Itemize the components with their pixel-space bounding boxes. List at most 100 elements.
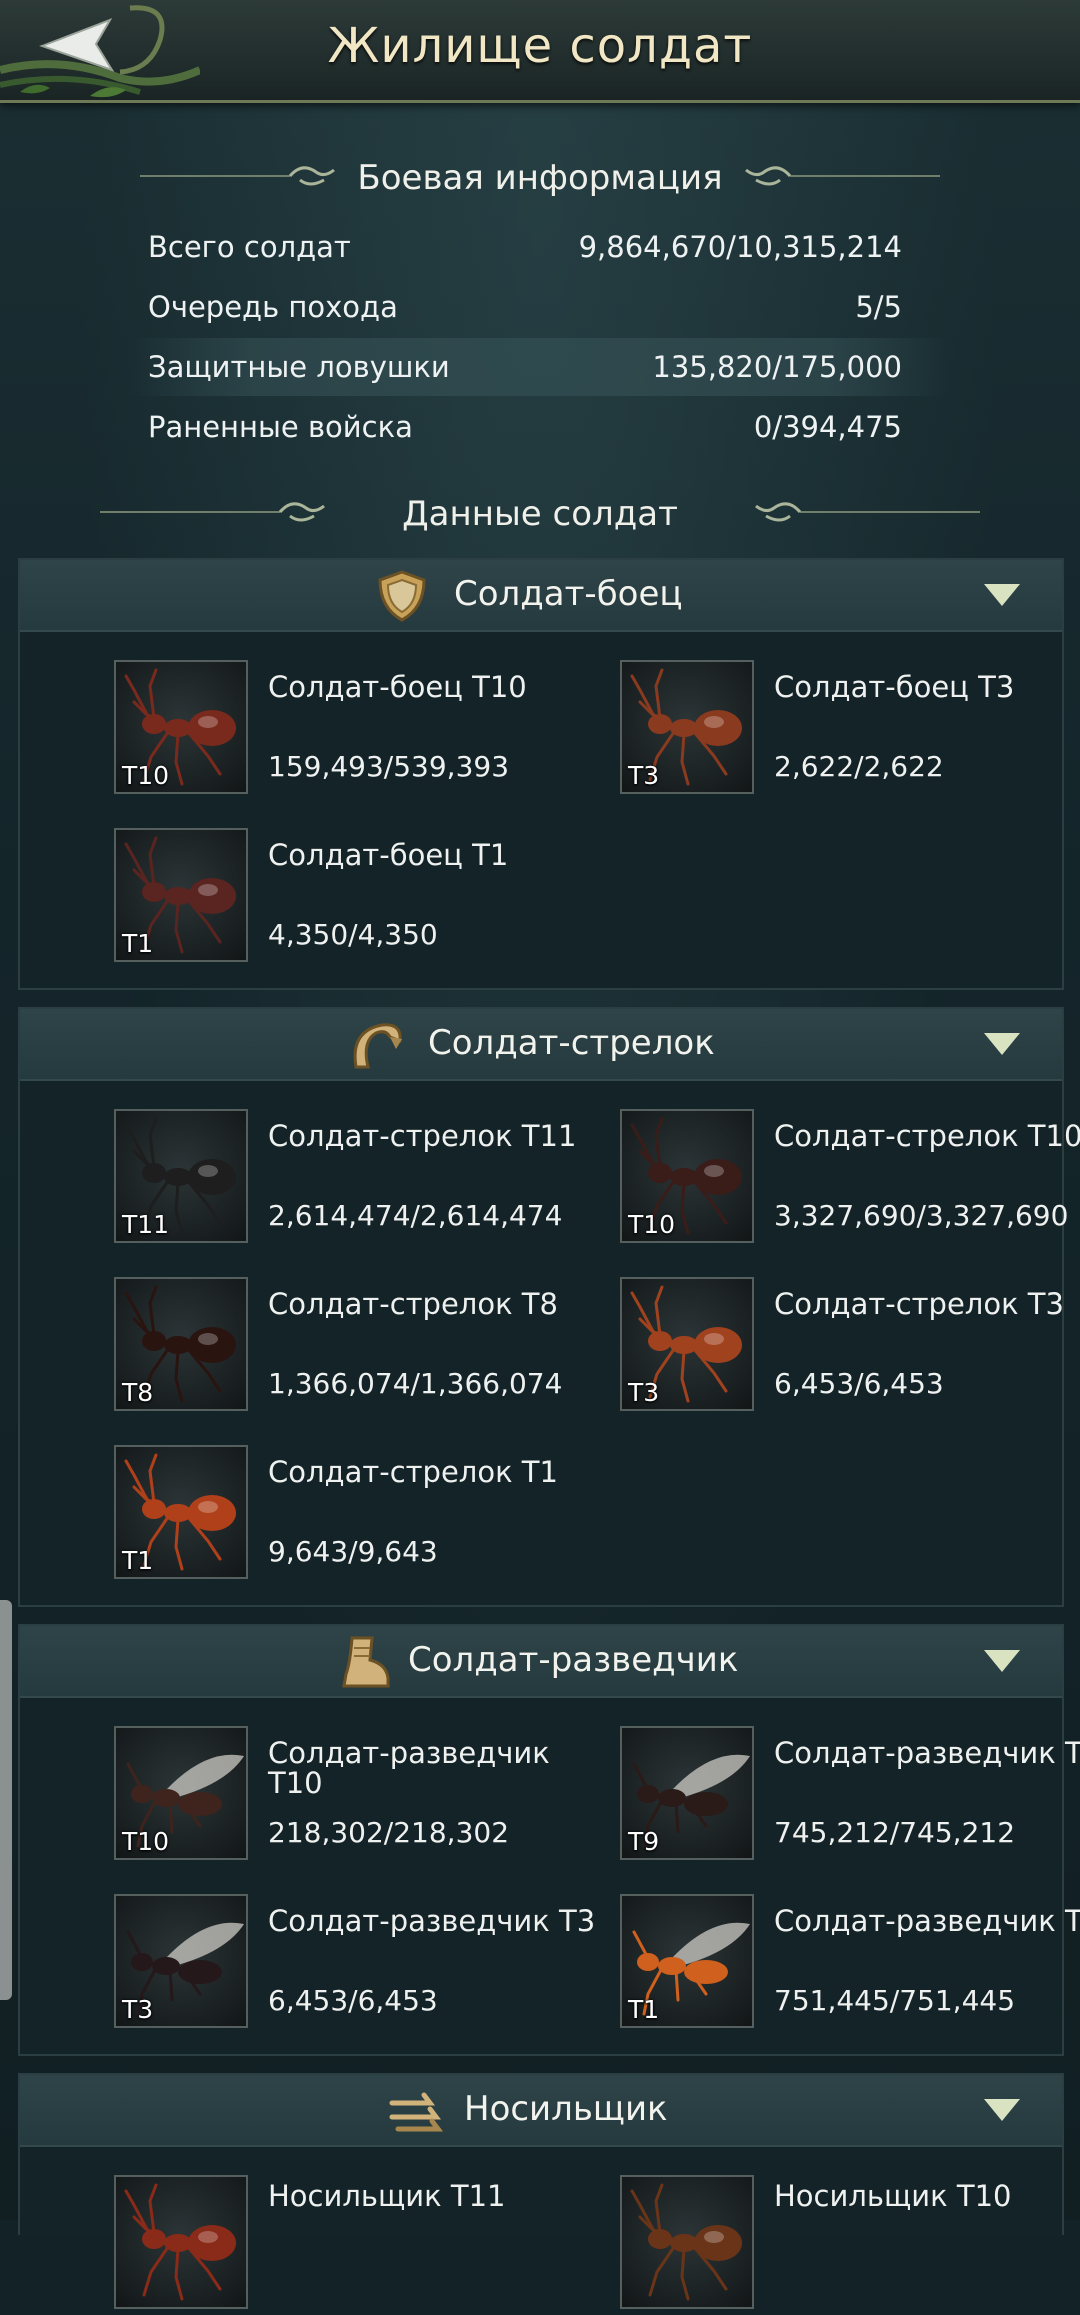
unit-name: Солдат-стрелок Т11 (268, 1119, 577, 1153)
info-value: 0/394,475 (753, 410, 902, 444)
unit-name: Солдат-боец Т3 (774, 670, 1015, 704)
unit-name: Солдат-стрелок Т3 (774, 1287, 1064, 1321)
unit-card[interactable]: T9 Солдат-разведчик Т9 745,212/745,212 (620, 1726, 1080, 1866)
unit-name: Солдат-разведчик Т10 (268, 1736, 550, 1800)
unit-count: 6,453/6,453 (774, 1367, 944, 1400)
unit-name: Солдат-боец Т10 (268, 670, 527, 704)
unit-name: Носильщик Т10 (774, 2179, 1012, 2213)
unit-card[interactable]: T3 Солдат-стрелок Т3 6,453/6,453 (620, 1277, 1080, 1417)
chevron-down-icon[interactable] (984, 2097, 1020, 2123)
unit-card[interactable]: T3 Солдат-разведчик Т3 6,453/6,453 (114, 1894, 595, 2034)
tier-badge: T8 (122, 1378, 154, 1407)
category-header-fighter[interactable]: Солдат-боец (20, 560, 1062, 632)
unit-portrait: T11 (114, 1109, 248, 1243)
tier-badge: T1 (628, 1995, 660, 2024)
unit-name: Носильщик Т11 (268, 2179, 506, 2213)
unit-card[interactable]: Носильщик Т11 (114, 2175, 594, 2315)
unit-card[interactable]: T11 Солдат-стрелок Т11 2,614,474/2,614,4… (114, 1109, 594, 1249)
unit-count: 6,453/6,453 (268, 1984, 438, 2017)
unit-portrait: T9 (620, 1726, 754, 1860)
carry-arrows-icon (389, 2092, 443, 2132)
unit-count: 2,614,474/2,614,474 (268, 1199, 563, 1232)
side-drawer-handle[interactable] (0, 1600, 12, 2000)
tier-badge: T10 (122, 761, 170, 790)
tier-badge: T3 (122, 1995, 154, 2024)
category-header-carrier[interactable]: Носильщик (20, 2075, 1062, 2147)
unit-card[interactable]: T8 Солдат-стрелок Т8 1,366,074/1,366,074 (114, 1277, 594, 1417)
tier-badge: T3 (628, 1378, 660, 1407)
unit-portrait: T8 (114, 1277, 248, 1411)
unit-name: Солдат-стрелок Т1 (268, 1455, 558, 1489)
boot-icon (342, 1636, 390, 1688)
unit-portrait (620, 2175, 754, 2309)
soldier-data-heading: Данные солдат (0, 488, 1080, 538)
unit-portrait: T10 (114, 1726, 248, 1860)
tier-badge: T11 (122, 1210, 170, 1239)
page-title: Жилище солдат (327, 18, 753, 74)
category-header-archer[interactable]: Солдат-стрелок (20, 1009, 1062, 1081)
unit-count: 4,350/4,350 (268, 918, 438, 951)
tier-badge: T1 (122, 1546, 154, 1575)
category-title: Солдат-стрелок (428, 1023, 715, 1063)
info-row-wounded: Раненные войска 0/394,475 (130, 398, 950, 456)
unit-count: 9,643/9,643 (268, 1535, 438, 1568)
info-row-traps: Защитные ловушки 135,820/175,000 (130, 338, 950, 396)
chevron-down-icon[interactable] (984, 582, 1020, 608)
unit-count: 3,327,690/3,327,690 (774, 1199, 1069, 1232)
tier-badge: T3 (628, 761, 660, 790)
category-panel-archer: Солдат-стрелок T11 Солдат-стрелок Т11 2,… (18, 1007, 1080, 1607)
unit-card[interactable]: T10 Солдат-разведчик Т10 218,302/218,302 (114, 1726, 594, 1866)
ant-icon (116, 2177, 246, 2307)
unit-name: Солдат-разведчик Т3 (268, 1904, 596, 1938)
chevron-down-icon[interactable] (984, 1648, 1020, 1674)
category-panel-scout: Солдат-разведчик T10 Солдат-разведчик Т1… (18, 1624, 1080, 2056)
info-label: Раненные войска (148, 410, 413, 444)
unit-card[interactable]: T1 Солдат-стрелок Т1 9,643/9,643 (114, 1445, 594, 1585)
tier-badge: T10 (122, 1827, 170, 1856)
unit-name: Солдат-стрелок Т10 (774, 1119, 1080, 1153)
chevron-down-icon[interactable] (984, 1031, 1020, 1057)
unit-count: 159,493/539,393 (268, 750, 510, 783)
unit-count: 1,366,074/1,366,074 (268, 1367, 563, 1400)
tier-badge: T10 (628, 1210, 676, 1239)
unit-portrait: T10 (620, 1109, 754, 1243)
header-bar: Жилище солдат (0, 0, 1080, 103)
category-title: Солдат-разведчик (408, 1640, 739, 1680)
info-label: Всего солдат (148, 230, 351, 264)
unit-card[interactable]: T10 Солдат-стрелок Т10 3,327,690/3,327,6… (620, 1109, 1080, 1249)
info-label: Защитные ловушки (148, 350, 450, 384)
unit-portrait: T3 (620, 660, 754, 794)
unit-card[interactable]: T1 Солдат-боец Т1 4,350/4,350 (114, 828, 594, 968)
unit-portrait: T1 (114, 1445, 248, 1579)
tier-badge: T1 (122, 929, 154, 958)
category-panel-carrier: Носильщик Носильщик Т11 Носильщик Т10 (18, 2073, 1064, 2309)
unit-count: 218,302/218,302 (268, 1816, 510, 1849)
unit-portrait: T1 (114, 828, 248, 962)
combat-info-heading: Боевая информация (0, 152, 1080, 202)
ant-icon (622, 2177, 752, 2307)
unit-portrait: T3 (620, 1277, 754, 1411)
unit-card[interactable]: T10 Солдат-боец Т10 159,493/539,393 (114, 660, 594, 800)
unit-portrait (114, 2175, 248, 2309)
ornament-right-icon (755, 502, 980, 522)
ornament-right-icon (745, 166, 940, 186)
unit-portrait: T10 (114, 660, 248, 794)
unit-card[interactable]: Носильщик Т10 (620, 2175, 1080, 2315)
info-row-total-soldiers: Всего солдат 9,864,670/10,315,214 (130, 218, 950, 276)
tier-badge: T9 (628, 1827, 660, 1856)
shield-icon (378, 570, 426, 622)
category-title: Носильщик (464, 2089, 668, 2129)
unit-name: Солдат-стрелок Т8 (268, 1287, 558, 1321)
bow-icon (353, 1023, 402, 1069)
category-header-scout[interactable]: Солдат-разведчик (20, 1626, 1062, 1698)
info-value: 135,820/175,000 (652, 350, 902, 384)
info-label: Очередь похода (148, 290, 398, 324)
category-title: Солдат-боец (454, 574, 683, 614)
unit-count: 745,212/745,212 (774, 1816, 1016, 1849)
unit-card[interactable]: T1 Солдат-разведчик Т1 751,445/751,445 (620, 1894, 1080, 2034)
unit-card[interactable]: T3 Солдат-боец Т3 2,622/2,622 (620, 660, 1080, 800)
unit-portrait: T1 (620, 1894, 754, 2028)
info-value: 9,864,670/10,315,214 (578, 230, 902, 264)
unit-portrait: T3 (114, 1894, 248, 2028)
info-value: 5/5 (855, 290, 902, 324)
